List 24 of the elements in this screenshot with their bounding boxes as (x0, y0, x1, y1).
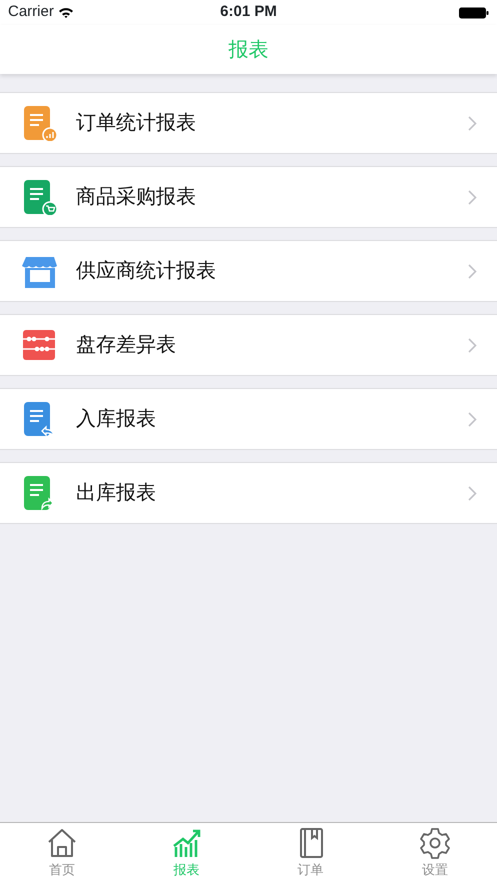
chevron-icon (468, 486, 477, 500)
report-row[interactable]: 入库报表 (0, 388, 497, 450)
chevron-icon (468, 116, 477, 130)
chevron-icon (468, 338, 477, 352)
page-title: 报表 (228, 38, 268, 62)
chevron-icon (468, 412, 477, 426)
wifi-icon (58, 6, 74, 18)
report-row[interactable]: 订单统计报表 (0, 92, 497, 154)
report-row[interactable]: 出库报表 (0, 462, 497, 524)
report-label: 商品采购报表 (76, 185, 196, 210)
clock-time: 6:01 PM (220, 2, 277, 22)
gear-icon (418, 826, 452, 860)
report-label: 订单统计报表 (76, 111, 196, 136)
report-label: 入库报表 (76, 407, 156, 432)
battery-icon (459, 6, 489, 18)
report-label: 盘存差异表 (76, 333, 176, 358)
report-row[interactable]: 商品采购报表 (0, 166, 497, 228)
report-row[interactable]: 盘存差异表 (0, 314, 497, 376)
report-row[interactable]: 供应商统计报表 (0, 240, 497, 302)
report-label: 供应商统计报表 (76, 259, 216, 284)
report-label: 出库报表 (76, 481, 156, 506)
chevron-icon (468, 190, 477, 204)
chevron-icon (468, 264, 477, 278)
carrier-label: Carrier (8, 2, 54, 22)
